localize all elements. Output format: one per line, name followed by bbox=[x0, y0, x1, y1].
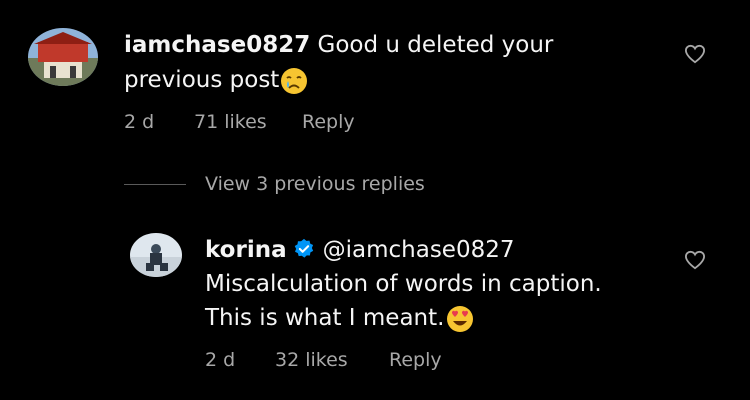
comment-text-line2: previous post bbox=[124, 65, 309, 96]
reply-username[interactable]: korina bbox=[205, 237, 287, 263]
heart-eyes-face-icon bbox=[444, 304, 476, 334]
comment-like-icon[interactable] bbox=[684, 44, 706, 64]
comment-body-part2: previous post bbox=[124, 67, 280, 93]
comment-reply-button[interactable]: Reply bbox=[302, 110, 355, 134]
view-previous-replies-button[interactable]: View 3 previous replies bbox=[205, 172, 425, 196]
reply-body-part1: Miscalculation of words in caption. bbox=[205, 271, 602, 297]
reply-likes-count[interactable]: 32 likes bbox=[275, 348, 348, 372]
reply-reply-button[interactable]: Reply bbox=[389, 348, 442, 372]
avatar-photo bbox=[130, 233, 182, 277]
verified-badge-icon bbox=[293, 238, 315, 260]
reply-text-line2: Miscalculation of words in caption. bbox=[205, 269, 602, 299]
replies-divider bbox=[124, 184, 186, 185]
comment-timestamp: 2 d bbox=[124, 111, 155, 133]
reply-text-line3: This is what I meant. bbox=[205, 303, 476, 334]
comment-body-part1: Good u deleted your bbox=[317, 32, 554, 58]
avatar-photo bbox=[28, 28, 98, 86]
reply-like-icon[interactable] bbox=[684, 250, 706, 270]
crying-face-icon bbox=[279, 66, 309, 96]
reply-timestamp: 2 d bbox=[205, 349, 236, 371]
reply-text-line1: korina @iamchase0827 bbox=[205, 235, 514, 265]
reply-avatar[interactable] bbox=[130, 233, 182, 277]
reply-meta: 2 d 32 likes Reply bbox=[205, 348, 505, 372]
comment-text-line1: iamchase0827 Good u deleted your bbox=[124, 30, 553, 60]
comment-likes-count[interactable]: 71 likes bbox=[194, 110, 267, 134]
reply-body-part2: This is what I meant. bbox=[205, 305, 445, 331]
reply-mention-link[interactable]: @iamchase0827 bbox=[323, 237, 515, 263]
comment-avatar[interactable] bbox=[28, 28, 98, 86]
comment-meta: 2 d 71 likes Reply bbox=[124, 110, 424, 134]
comment-username[interactable]: iamchase0827 bbox=[124, 32, 310, 58]
